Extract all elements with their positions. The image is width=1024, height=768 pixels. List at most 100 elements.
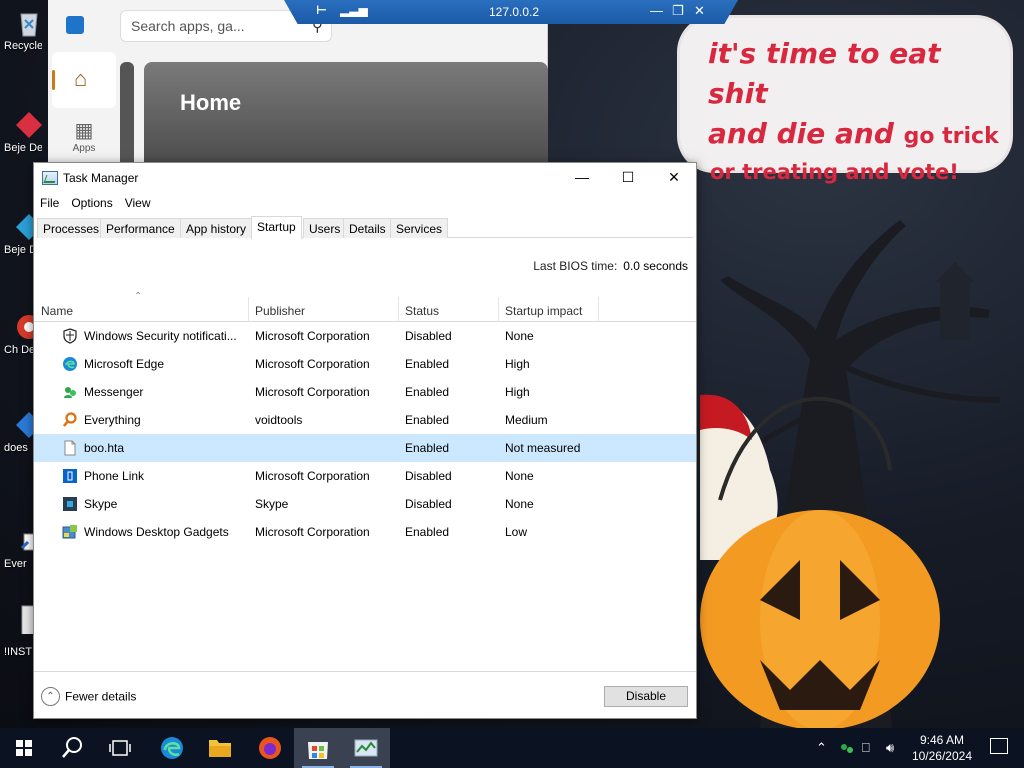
speech-line-2b: go trick (903, 124, 999, 149)
edge-icon (161, 737, 183, 759)
taskbar-edge[interactable] (148, 728, 196, 768)
table-row[interactable]: Phone Link Microsoft Corporation Disable… (34, 462, 696, 490)
maximize-button[interactable]: ☐ (605, 163, 651, 193)
task-manager-icon (42, 171, 58, 185)
table-row[interactable]: Windows Desktop Gadgets Microsoft Corpor… (34, 518, 696, 546)
column-divider[interactable] (398, 297, 399, 322)
column-header-publisher[interactable]: Publisher (255, 304, 305, 318)
shield-icon (63, 328, 77, 344)
row-status: Disabled (405, 469, 452, 483)
menu-view[interactable]: View (119, 193, 157, 210)
tab-performance[interactable]: Performance (100, 218, 181, 238)
system-clock[interactable]: 9:46 AM 10/26/2024 (912, 732, 972, 764)
taskbar-task-manager[interactable] (342, 728, 390, 768)
row-name: Windows Desktop Gadgets (84, 525, 229, 539)
row-publisher: voidtools (255, 413, 303, 427)
row-status: Enabled (405, 357, 450, 371)
tab-processes[interactable]: Processes (37, 218, 106, 238)
messenger-icon (64, 387, 76, 398)
table-row-selected[interactable]: boo.hta Enabled Not measured (34, 434, 696, 462)
rdp-restore-icon[interactable]: ❐ (672, 3, 684, 19)
desktop-icon-label: Beje De (4, 142, 42, 154)
firefox-icon (259, 737, 281, 759)
menu-options[interactable]: Options (65, 193, 118, 210)
start-button[interactable] (0, 728, 48, 768)
tab-services[interactable]: Services (390, 218, 449, 238)
store-nav-apps[interactable]: ▦ Apps (52, 118, 116, 154)
fewer-details-label: Fewer details (65, 689, 137, 704)
table-row[interactable]: Messenger Microsoft Corporation Enabled … (34, 378, 696, 406)
column-divider[interactable] (248, 297, 249, 322)
file-icon (64, 440, 76, 456)
row-publisher: Microsoft Corporation (255, 357, 370, 371)
speech-text: it's time to eat shit and die and go tri… (708, 34, 1008, 187)
taskbar-store[interactable] (294, 728, 342, 768)
row-publisher: Skype (255, 497, 289, 511)
row-publisher: Microsoft Corporation (255, 469, 370, 483)
column-header-startup-impact[interactable]: Startup impact (505, 304, 582, 318)
row-name: boo.hta (84, 441, 125, 455)
volume-icon[interactable]: 🔊︎ (886, 728, 894, 768)
row-name: Phone Link (84, 469, 145, 483)
last-bios-time: Last BIOS time: 0.0 seconds (533, 259, 688, 273)
table-row[interactable]: Microsoft Edge Microsoft Corporation Ena… (34, 350, 696, 378)
close-button[interactable]: ✕ (651, 163, 697, 193)
column-divider[interactable] (498, 297, 499, 322)
pin-icon[interactable]: ⊢ (316, 3, 327, 17)
row-status: Enabled (405, 385, 450, 399)
column-header-name[interactable]: Name (41, 304, 73, 318)
task-manager-window: Task Manager — ☐ ✕ File Options View Proce… (33, 162, 697, 719)
recycle-bin-icon (20, 13, 38, 37)
bios-label: Last BIOS time: (533, 259, 618, 273)
menu-file[interactable]: File (34, 193, 65, 210)
home-icon: ⌂ (74, 66, 88, 91)
row-impact: Low (505, 525, 528, 539)
fewer-details-button[interactable]: ⌃ Fewer details (41, 687, 136, 706)
signal-icon[interactable]: ▂▃▅ (340, 3, 368, 17)
taskbar-firefox[interactable] (246, 728, 294, 768)
edge-icon (63, 357, 77, 371)
tab-users[interactable]: Users (303, 218, 347, 238)
table-row[interactable]: Skype Skype Disabled None (34, 490, 696, 518)
rdp-minimize-icon[interactable]: — (650, 3, 663, 18)
tab-details[interactable]: Details (343, 218, 392, 238)
store-nav-home[interactable]: ⌂ (52, 52, 116, 108)
rdp-close-icon[interactable]: ✕ (694, 3, 705, 19)
taskbar-file-explorer[interactable] (196, 728, 244, 768)
remote-address: 127.0.0.2 (489, 5, 540, 19)
store-banner-title: Home (180, 90, 242, 115)
skype-icon (63, 497, 77, 511)
tab-app-history[interactable]: App history (180, 218, 253, 238)
row-impact: None (505, 469, 534, 483)
store-home-banner: Home (144, 62, 548, 170)
disable-button[interactable]: Disable (604, 686, 688, 707)
taskbar-search-button[interactable] (48, 728, 96, 768)
desktop-icon-label: Recycle (4, 40, 42, 52)
clock-date: 10/26/2024 (911, 749, 972, 763)
messenger-tray-icon[interactable] (838, 728, 856, 768)
column-divider[interactable] (598, 297, 599, 322)
row-name: Messenger (84, 385, 144, 399)
column-header-status[interactable]: Status (405, 304, 439, 318)
show-hidden-icons[interactable]: ⌃ (816, 728, 827, 768)
table-row[interactable]: Everything voidtools Enabled Medium (34, 406, 696, 434)
row-status: Enabled (405, 525, 450, 539)
tab-startup[interactable]: Startup (251, 216, 302, 239)
minimize-button[interactable]: — (559, 163, 605, 193)
task-manager-icon (354, 739, 378, 757)
title-bar[interactable]: Task Manager — ☐ ✕ (34, 163, 696, 193)
tab-strip: Processes Performance App history Startu… (37, 216, 693, 239)
row-impact: None (505, 497, 534, 511)
everything-icon (62, 412, 77, 427)
notification-center-icon[interactable] (990, 738, 1008, 754)
network-icon[interactable]: ⎕ (862, 728, 870, 768)
task-view-button[interactable] (96, 728, 144, 768)
row-name: Everything (84, 413, 141, 427)
desktop-icon-recycle-bin[interactable]: Recycle (4, 8, 42, 52)
table-row[interactable]: Windows Security notificati... Microsoft… (34, 322, 696, 350)
desktop-icon-bejeweled[interactable]: Beje De (4, 110, 42, 154)
row-name: Windows Security notificati... (84, 329, 237, 343)
speech-line-3: or treating and vote! (710, 160, 959, 184)
clock-time: 9:46 AM (919, 733, 964, 747)
row-impact: None (505, 329, 534, 343)
